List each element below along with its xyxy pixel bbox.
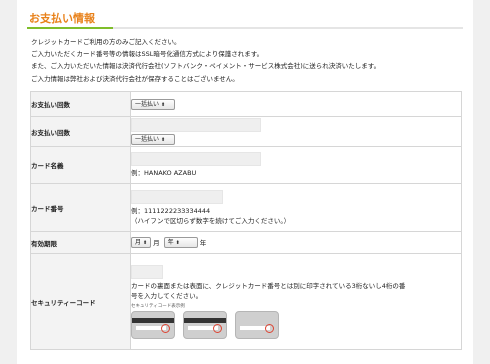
example-cards xyxy=(131,310,461,339)
card-name-hint: 例：HANAKO AZABU xyxy=(131,169,197,177)
heading-accent xyxy=(27,27,113,29)
heading-divider xyxy=(27,27,463,29)
expiry-year-unit: 年 xyxy=(199,238,207,247)
payment-form-table: お支払い回数 一括払い ⬍ お支払い回数 一括払い ⬍ カード名義 例：HANAKO… xyxy=(30,91,462,350)
select-arrows-icon: ⬍ xyxy=(161,101,166,108)
payment-count-placeholder xyxy=(131,118,261,132)
security-code-help: カードの裏面または表面に、クレジットカード番号とは別に印字されている3桁ないし4… xyxy=(131,281,406,290)
row-payment-count-1: お支払い回数 一括払い ⬍ xyxy=(30,91,462,117)
security-code-cell: カードの裏面または表面に、クレジットカード番号とは別に印字されている3桁ないし4… xyxy=(130,253,462,350)
card-number-note: （ハイフンで区切らず数字を続けてご入力ください。） xyxy=(131,216,291,225)
select-arrows-icon: ⬍ xyxy=(143,240,148,247)
code-highlight-ring xyxy=(265,323,274,333)
row-card-number: カード番号 例：1111222233334444 （ハイフンで区切らず数字を続け… xyxy=(30,183,462,232)
card-back-example-image-2 xyxy=(183,310,227,339)
expiry-month-value: 月 xyxy=(135,239,142,247)
expiry-year-select[interactable]: 年 ⬍ xyxy=(163,237,198,249)
section-heading: お支払い情報 xyxy=(29,12,95,25)
security-code-examples: セキュリティコード表示例 xyxy=(131,303,461,339)
expiry-month-select[interactable]: 月 ⬍ xyxy=(131,237,151,249)
row-payment-count-2: お支払い回数 一括払い ⬍ xyxy=(30,116,462,147)
card-name-label: カード名義 xyxy=(30,146,131,184)
row-expiry: 有効期限 月 ⬍ 月 年 ⬍ 年 xyxy=(30,231,462,254)
intro-line: クレジットカードご利用の方のみご記入ください。 xyxy=(31,38,181,46)
card-number-input[interactable] xyxy=(131,189,223,204)
intro-text: クレジットカードご利用の方のみご記入ください。 ご入力いただくカード番号等の情報… xyxy=(31,36,461,85)
payment-count-label-2: お支払い回数 xyxy=(30,116,131,147)
card-name-cell: 例：HANAKO AZABU xyxy=(130,146,462,184)
code-highlight-ring xyxy=(161,323,170,333)
payment-count-select-2[interactable]: 一括払い ⬍ xyxy=(131,134,175,145)
select-arrows-icon: ⬍ xyxy=(161,137,166,143)
card-name-input[interactable] xyxy=(131,152,261,166)
expiry-month-unit: 月 xyxy=(153,238,160,247)
select-arrows-icon: ⬍ xyxy=(175,240,180,247)
payment-count-select-value-2: 一括払い xyxy=(135,136,160,143)
magnetic-stripe xyxy=(184,317,226,323)
security-code-label: セキュリティーコード xyxy=(30,253,131,350)
payment-count-label: お支払い回数 xyxy=(30,91,131,117)
card-front-example-image xyxy=(235,310,279,339)
payment-panel: お支払い情報 クレジットカードご利用の方のみご記入ください。 ご入力いただくカー… xyxy=(17,0,473,364)
example-label: セキュリティコード表示例 xyxy=(131,303,185,309)
card-number-hint: 例：1111222233334444 xyxy=(131,206,211,215)
card-back-example-image xyxy=(131,310,175,339)
code-highlight-ring xyxy=(213,323,222,333)
security-code-help-2: 号を入力してください。 xyxy=(131,291,203,300)
expiry-cell: 月 ⬍ 月 年 ⬍ 年 xyxy=(130,231,462,254)
card-number-cell: 例：1111222233334444 （ハイフンで区切らず数字を続けてご入力くだ… xyxy=(130,183,462,232)
card-number-label: カード番号 xyxy=(30,183,131,232)
payment-count-cell-2: 一括払い ⬍ xyxy=(130,116,462,147)
payment-count-select-value: 一括払い xyxy=(135,100,160,108)
intro-line: ご入力いただくカード番号等の情報はSSL暗号化通信方式により保護されます。 xyxy=(31,50,264,59)
row-card-name: カード名義 例：HANAKO AZABU xyxy=(30,146,462,184)
row-security-code: セキュリティーコード カードの裏面または表面に、クレジットカード番号とは別に印字… xyxy=(30,253,462,350)
magnetic-stripe xyxy=(132,317,174,323)
intro-line: また、ご入力いただいた情報は決済代行会社(ソフトバンク・ペイメント・サービス株式… xyxy=(31,62,381,71)
expiry-year-value: 年 xyxy=(167,239,174,247)
expiry-label: 有効期限 xyxy=(30,231,131,254)
intro-line: ご入力情報は弊社および決済代行会社が保存することはございません。 xyxy=(31,74,239,83)
payment-count-cell: 一括払い ⬍ xyxy=(130,91,462,117)
payment-count-select[interactable]: 一括払い ⬍ xyxy=(131,98,175,110)
security-code-input[interactable] xyxy=(131,264,163,279)
